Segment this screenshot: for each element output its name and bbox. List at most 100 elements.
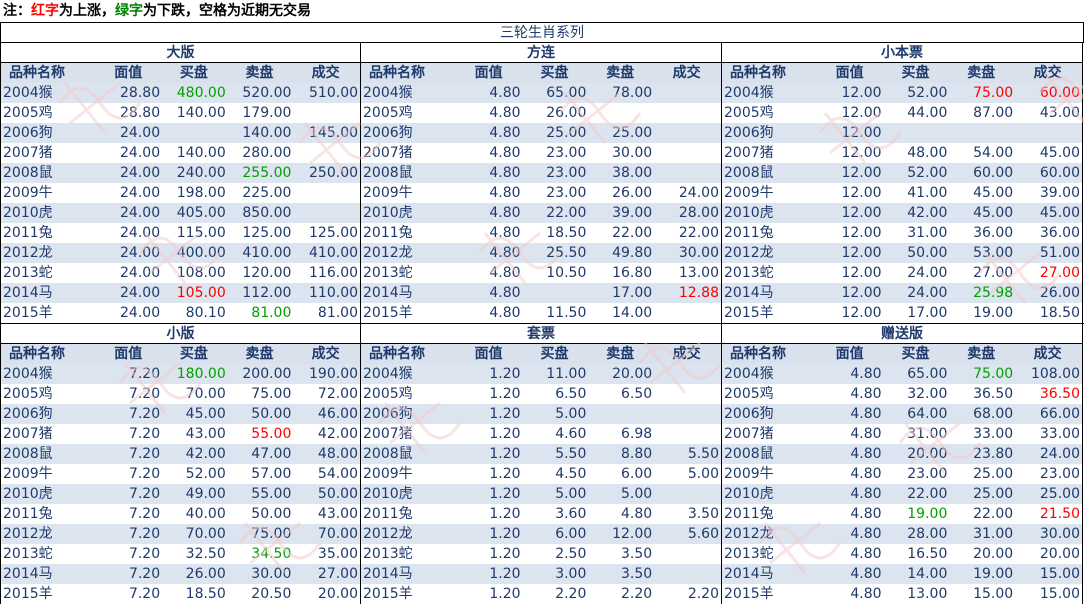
price-cell: 1.20	[489, 426, 521, 442]
price-block: 方连 品种名称 面值 买盘 卖盘 成交 2004猴 4.80 65.00 78.00 2005鸡 4.…	[361, 43, 722, 323]
price-cell: 120.00	[242, 265, 292, 281]
variety-name-cell: 2007猪	[724, 426, 774, 442]
table-row: 2008鼠 4.80 23.00 38.00	[361, 163, 721, 183]
price-cell	[293, 203, 360, 223]
price-cell: 81.00	[317, 305, 359, 321]
price-cell: 48.00	[907, 145, 948, 161]
price-cell: 42.00	[185, 446, 226, 462]
price-cell: 15.00	[1039, 586, 1080, 602]
price-cell: 198.00	[176, 185, 226, 201]
table-row: 2005鸡 28.80 140.00 179.00	[1, 103, 360, 123]
table-row: 2009牛 4.80 23.00 26.00 24.00	[361, 183, 721, 203]
price-cell	[654, 544, 721, 564]
note-up-text: 为上涨，	[59, 3, 115, 19]
price-cell: 23.00	[546, 165, 587, 181]
table-row: 2004猴 4.80 65.00 78.00	[361, 83, 721, 103]
variety-name-cell: 2008鼠	[724, 165, 774, 181]
block-title: 赠送版	[722, 324, 1082, 344]
variety-name-cell: 2009牛	[363, 185, 413, 201]
variety-name-cell: 2010虎	[3, 486, 53, 502]
table-row: 2015羊 1.20 2.20 2.20 2.20	[361, 584, 721, 604]
price-cell: 45.00	[1039, 145, 1080, 161]
price-cell	[654, 143, 721, 163]
price-cell: 22.00	[546, 205, 587, 221]
column-header: 买盘	[540, 65, 569, 81]
table-row: 2004猴 1.20 11.00 20.00	[361, 364, 721, 384]
price-cell: 16.50	[907, 546, 948, 562]
price-cell: 190.00	[309, 366, 359, 382]
price-cell: 4.80	[850, 446, 882, 462]
table-row: 2009牛 12.00 41.00 45.00 39.00	[722, 183, 1082, 203]
price-cell: 60.00	[1039, 165, 1080, 181]
column-header: 面值	[474, 346, 503, 362]
price-cell: 54.00	[973, 145, 1014, 161]
price-cell: 24.00	[120, 185, 161, 201]
price-cell: 4.80	[489, 265, 521, 281]
variety-name-cell: 2005鸡	[3, 105, 53, 121]
price-cell: 1.20	[489, 506, 521, 522]
price-cell: 24.00	[678, 185, 719, 201]
table-row: 2006狗 12.00	[722, 123, 1082, 143]
price-cell: 24.00	[120, 225, 161, 241]
variety-name-cell: 2012龙	[363, 526, 413, 542]
variety-name-cell: 2012龙	[724, 245, 774, 261]
price-cell: 1.20	[489, 406, 521, 422]
price-cell: 1.20	[489, 566, 521, 582]
price-cell: 41.00	[907, 185, 948, 201]
price-cell: 20.00	[1039, 546, 1080, 562]
variety-name-cell: 2007猪	[724, 145, 774, 161]
price-cell	[293, 103, 360, 123]
table-row: 2015羊 4.80 11.50 14.00	[361, 303, 721, 323]
price-cell: 49.80	[612, 245, 653, 261]
price-cell: 15.00	[973, 586, 1014, 602]
price-cell: 4.80	[850, 466, 882, 482]
price-cell	[654, 424, 721, 444]
price-cell: 105.00	[176, 285, 226, 301]
price-cell: 26.00	[546, 105, 587, 121]
price-cell: 4.50	[555, 466, 587, 482]
price-cell: 24.00	[907, 285, 948, 301]
note-green-word: 绿字	[115, 3, 143, 19]
price-cell: 19.00	[973, 305, 1014, 321]
price-cell: 140.00	[242, 125, 292, 141]
variety-name-cell: 2011兔	[3, 225, 53, 241]
price-cell: 7.20	[128, 546, 161, 562]
price-cell: 6.50	[621, 386, 653, 402]
price-cell: 12.00	[841, 185, 882, 201]
price-cell: 400.00	[176, 245, 226, 261]
column-header: 品种名称	[369, 65, 425, 81]
variety-name-cell: 2013蛇	[724, 265, 774, 281]
table-row: 2010虎 1.20 5.00 5.00	[361, 484, 721, 504]
price-cell: 33.00	[973, 426, 1014, 442]
column-header: 面值	[474, 65, 503, 81]
price-cell: 13.00	[678, 265, 719, 281]
table-row: 2008鼠 12.00 52.00 60.00 60.00	[722, 163, 1082, 183]
price-cell: 4.80	[489, 285, 521, 301]
price-cell: 26.00	[185, 566, 226, 582]
price-cell	[884, 123, 950, 143]
price-cell: 4.80	[489, 165, 521, 181]
table-row: 2004猴 7.20 180.00 200.00 190.00	[1, 364, 360, 384]
price-cell: 5.60	[687, 526, 719, 542]
price-cell: 20.00	[973, 546, 1014, 562]
price-cell: 250.00	[309, 165, 359, 181]
price-cell: 11.00	[546, 366, 587, 382]
variety-name-cell: 2015羊	[3, 586, 53, 602]
price-cell	[949, 123, 1015, 143]
price-cell: 75.00	[973, 366, 1014, 382]
price-cell: 27.00	[317, 566, 359, 582]
table-row: 2005鸡 1.20 6.50 6.50	[361, 384, 721, 404]
variety-name-cell: 2010虎	[363, 205, 413, 221]
column-header: 买盘	[901, 346, 930, 362]
price-cell	[293, 183, 360, 203]
price-cell: 4.80	[850, 366, 882, 382]
variety-name-cell: 2009牛	[724, 185, 774, 201]
price-cell: 125.00	[309, 225, 359, 241]
variety-name-cell: 2004猴	[724, 366, 774, 382]
price-cell	[1015, 123, 1082, 143]
price-cell: 12.00	[841, 165, 882, 181]
column-header: 品种名称	[369, 346, 425, 362]
price-cell: 45.00	[1039, 205, 1080, 221]
price-cell	[654, 83, 721, 103]
price-cell: 81.00	[251, 305, 292, 321]
